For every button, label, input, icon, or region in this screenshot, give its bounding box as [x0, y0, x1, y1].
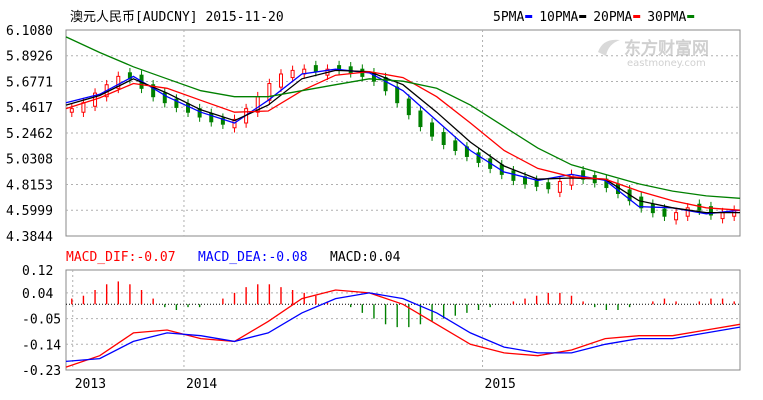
xtick-2013: 2013 — [75, 377, 106, 392]
macd-dea-label: MACD_DEA:-0.08 — [198, 250, 308, 265]
price-ytick-0: 6.1080 — [6, 24, 53, 39]
legend-label-1: 10PMA — [539, 10, 578, 25]
macd-line-MACD_DEA — [65, 292, 741, 363]
macd-grid — [66, 270, 740, 370]
candle-body-30 — [418, 110, 423, 128]
candle-body-52 — [674, 212, 679, 221]
legend-label-0: 5PMA — [493, 10, 524, 25]
price-ytick-4: 5.2462 — [6, 127, 53, 142]
price-ytick-6: 4.8153 — [6, 179, 53, 194]
macd-value-label: MACD:0.04 — [330, 250, 401, 265]
candle-body-33 — [453, 140, 458, 151]
macd-ytick-1: 0.04 — [22, 287, 53, 302]
candle-body-50 — [650, 203, 655, 214]
candle-body-31 — [430, 122, 435, 137]
ma-line-20PMA — [65, 70, 741, 211]
price-ytick-5: 5.0308 — [6, 153, 53, 168]
macd-panel-frame — [65, 269, 741, 371]
candle-body-21 — [313, 65, 318, 73]
macd-dif-label: MACD_DIF:-0.07 — [66, 250, 176, 265]
price-ytick-3: 5.4617 — [6, 101, 53, 116]
candle-body-41 — [546, 182, 551, 190]
legend-label-3: 30PMA — [647, 10, 686, 25]
legend-swatch-2 — [633, 15, 641, 18]
price-ytick-7: 4.5999 — [6, 204, 53, 219]
macd-ytick-4: -0.23 — [22, 364, 61, 379]
macd-yticks: 0.12 0.04 -0.05 -0.14 -0.23 — [22, 264, 61, 379]
xtick-2015: 2015 — [485, 377, 516, 392]
legend-swatch-0 — [525, 15, 533, 18]
legend-swatch-1 — [579, 15, 587, 18]
candle-body-28 — [395, 86, 400, 104]
xtick-2014: 2014 — [186, 377, 217, 392]
logo-swoosh-icon — [598, 39, 620, 56]
price-ytick-2: 5.6771 — [6, 76, 53, 91]
legend: 5PMA 10PMA 20PMA 30PMA — [493, 10, 695, 25]
candle-body-38 — [511, 170, 516, 181]
price-ytick-8: 4.3844 — [6, 230, 53, 245]
candle-body-1 — [81, 102, 86, 113]
candle-body-53 — [685, 207, 690, 217]
legend-label-2: 20PMA — [593, 10, 632, 25]
macd-ytick-3: -0.14 — [22, 338, 61, 353]
ma-line-5PMA — [65, 68, 741, 215]
chart-title: 澳元人民币[AUDCNY] 2015-11-20 — [70, 9, 284, 25]
price-ytick-1: 5.8926 — [6, 50, 53, 65]
candle-body-29 — [406, 98, 411, 116]
price-yticks: 6.1080 5.8926 5.6771 5.4617 5.2462 5.0308 4.81… — [6, 24, 53, 245]
candle-body-56 — [720, 212, 725, 220]
chart: 澳元人民币[AUDCNY] 2015-11-20 5PMA 10PMA 20PMA 3… — [6, 9, 741, 392]
candle-body-0 — [69, 108, 74, 113]
candle-body-42 — [557, 181, 562, 193]
macd-line-MACD_DIF — [65, 289, 741, 368]
logo-en-text: eastmoney.com — [627, 58, 706, 69]
candle-body-32 — [441, 132, 446, 145]
macd-ytick-2: -0.05 — [22, 313, 61, 328]
eastmoney-logo: 东方财富网 eastmoney.com — [598, 38, 709, 69]
macd-ytick-0: 0.12 — [22, 264, 53, 279]
candle-body-10 — [186, 103, 191, 113]
candle-body-54 — [697, 203, 702, 211]
candle-body-18 — [278, 73, 283, 88]
candle-body-24 — [348, 66, 353, 74]
legend-swatch-3 — [687, 15, 695, 18]
x-axis-ticks: 2013 2014 2015 — [75, 377, 516, 392]
candle-body-51 — [662, 208, 667, 217]
candle-body-40 — [534, 179, 539, 187]
candle-body-19 — [290, 69, 295, 79]
macd-lines — [65, 289, 741, 368]
